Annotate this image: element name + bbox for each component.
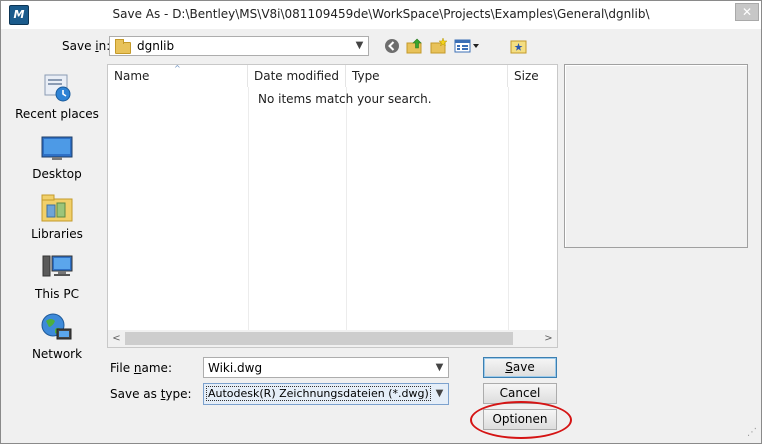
new-folder-icon: [430, 37, 448, 54]
places-bar: Recent places Desktop Libraries This PC …: [11, 65, 103, 365]
place-label: Network: [31, 347, 83, 361]
horizontal-scrollbar[interactable]: < >: [108, 330, 557, 347]
place-libraries[interactable]: Libraries: [11, 189, 103, 247]
libraries-icon: [41, 194, 73, 222]
place-desktop[interactable]: Desktop: [11, 129, 103, 187]
desktop-icon: [41, 136, 73, 160]
column-header-type[interactable]: Type: [346, 65, 508, 87]
scrollbar-thumb[interactable]: [125, 332, 513, 345]
place-network[interactable]: Network: [11, 309, 103, 367]
file-name-label: File name:: [110, 361, 172, 375]
window-title: Save As - D:\Bentley\MS\V8i\081109459de\…: [112, 7, 650, 21]
chevron-down-icon[interactable]: ▼: [351, 37, 368, 55]
column-divider: [248, 87, 249, 331]
highlight-ellipse-annotation: [470, 401, 572, 439]
view-menu-button[interactable]: [453, 36, 481, 56]
save-as-type-value: Autodesk(R) Zeichnungsdateien (*.dwg): [206, 386, 431, 401]
close-button[interactable]: ✕: [735, 3, 759, 21]
starred-folder-icon: [510, 40, 527, 54]
this-pc-icon: [42, 255, 73, 277]
place-recent-places[interactable]: Recent places: [11, 69, 103, 127]
favorite-folder-button[interactable]: [509, 38, 529, 58]
column-header-size[interactable]: Size: [508, 65, 557, 87]
up-one-level-button[interactable]: [405, 36, 425, 56]
save-in-label: Save in:: [62, 39, 111, 53]
chevron-down-icon[interactable]: ▼: [431, 384, 448, 404]
network-icon: [41, 313, 72, 340]
place-label: Libraries: [31, 227, 83, 241]
save-as-type-label: Save as type:: [110, 387, 192, 401]
save-in-combobox[interactable]: dgnlib ▼: [109, 36, 369, 56]
up-folder-icon: [406, 38, 422, 54]
file-name-combobox[interactable]: Wiki.dwg ▼: [203, 357, 449, 378]
folder-icon: [115, 39, 131, 54]
column-header-date-modified[interactable]: Date modified: [248, 65, 346, 87]
sort-ascending-icon: ^: [174, 64, 181, 73]
place-label: Recent places: [15, 107, 99, 121]
save-button[interactable]: Save: [483, 357, 557, 378]
column-divider: [346, 87, 347, 331]
file-list[interactable]: Name ^ Date modified Type Size No items …: [107, 64, 558, 348]
scroll-right-icon[interactable]: >: [540, 330, 557, 347]
preview-pane: [564, 64, 748, 248]
view-menu-icon: [454, 39, 479, 53]
place-this-pc[interactable]: This PC: [11, 249, 103, 307]
save-as-type-select[interactable]: Autodesk(R) Zeichnungsdateien (*.dwg) ▼: [203, 383, 449, 405]
title-bar[interactable]: M Save As - D:\Bentley\MS\V8i\081109459d…: [1, 1, 761, 29]
scroll-left-icon[interactable]: <: [108, 330, 125, 347]
chevron-down-icon[interactable]: ▼: [431, 358, 448, 377]
place-label: This PC: [35, 287, 79, 301]
file-name-input[interactable]: Wiki.dwg: [208, 361, 262, 375]
column-divider: [508, 87, 509, 331]
empty-list-message: No items match your search.: [258, 92, 432, 106]
save-in-value: dgnlib: [137, 39, 175, 53]
back-button[interactable]: [382, 36, 402, 56]
back-arrow-icon: [385, 39, 399, 53]
place-label: Desktop: [32, 167, 82, 181]
resize-grip-icon[interactable]: ⋰: [745, 427, 757, 439]
create-new-folder-button[interactable]: [429, 36, 449, 56]
save-as-dialog: M Save As - D:\Bentley\MS\V8i\081109459d…: [0, 0, 762, 444]
recent-places-icon: [44, 74, 71, 102]
